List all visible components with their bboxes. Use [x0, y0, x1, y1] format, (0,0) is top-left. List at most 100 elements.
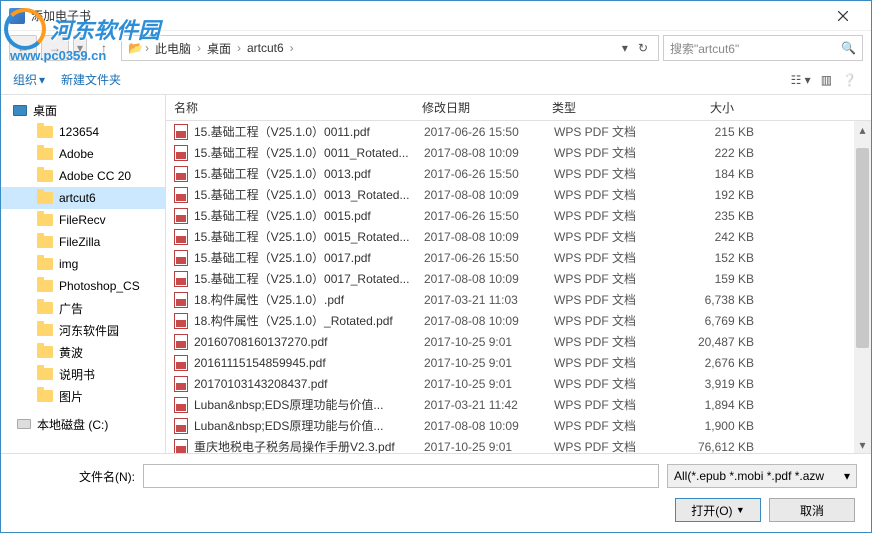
help-button[interactable]: ❔: [840, 71, 859, 89]
file-name: 15.基础工程（V25.1.0）0013.pdf: [194, 165, 424, 182]
file-name: Luban&nbsp;EDS原理功能与价值...: [194, 417, 424, 434]
sidebar-item[interactable]: 说明书: [1, 363, 165, 385]
sidebar-item[interactable]: Adobe: [1, 143, 165, 165]
refresh-icon[interactable]: ↻: [634, 39, 652, 57]
file-type: WPS PDF 文档: [554, 249, 664, 266]
dialog-title: 添加电子书: [31, 7, 823, 24]
file-size: 1,900 KB: [664, 419, 754, 433]
folder-icon: [37, 390, 53, 402]
file-row[interactable]: 15.基础工程（V25.1.0）0011.pdf2017-06-26 15:50…: [166, 121, 871, 142]
sidebar-item[interactable]: FileRecv: [1, 209, 165, 231]
file-type: WPS PDF 文档: [554, 165, 664, 182]
file-date: 2017-10-25 9:01: [424, 335, 554, 349]
folder-icon: [37, 346, 53, 358]
nav-history-dropdown[interactable]: ▾: [73, 35, 87, 61]
file-type: WPS PDF 文档: [554, 375, 664, 392]
file-name: 15.基础工程（V25.1.0）0017.pdf: [194, 249, 424, 266]
newfolder-button[interactable]: 新建文件夹: [61, 71, 121, 88]
sidebar-item[interactable]: img: [1, 253, 165, 275]
sidebar-item[interactable]: 广告: [1, 297, 165, 319]
folder-icon: [37, 368, 53, 380]
preview-pane-button[interactable]: ▥: [819, 71, 834, 89]
filetype-filter[interactable]: All(*.epub *.mobi *.pdf *.azw ▾: [667, 464, 857, 488]
filename-input[interactable]: [143, 464, 659, 488]
file-size: 242 KB: [664, 230, 754, 244]
file-row[interactable]: 15.基础工程（V25.1.0）0013_Rotated...2017-08-0…: [166, 184, 871, 205]
col-type[interactable]: 类型: [552, 99, 662, 116]
sidebar-item-label: Adobe CC 20: [59, 169, 131, 183]
sidebar-item-label: FileZilla: [59, 235, 100, 249]
breadcrumb[interactable]: artcut6: [243, 41, 288, 55]
file-row[interactable]: 20160708160137270.pdf2017-10-25 9:01WPS …: [166, 331, 871, 352]
file-row[interactable]: 15.基础工程（V25.1.0）0015.pdf2017-06-26 15:50…: [166, 205, 871, 226]
scrollbar-thumb[interactable]: [856, 148, 869, 348]
file-size: 6,769 KB: [664, 314, 754, 328]
sidebar-item[interactable]: FileZilla: [1, 231, 165, 253]
file-size: 159 KB: [664, 272, 754, 286]
file-date: 2017-10-25 9:01: [424, 377, 554, 391]
bottom-panel: 文件名(N): All(*.epub *.mobi *.pdf *.azw ▾ …: [1, 453, 871, 532]
file-row[interactable]: Luban&nbsp;EDS原理功能与价值...2017-03-21 11:42…: [166, 394, 871, 415]
file-name: 18.构件属性（V25.1.0）_Rotated.pdf: [194, 312, 424, 329]
file-type: WPS PDF 文档: [554, 207, 664, 224]
file-row[interactable]: 18.构件属性（V25.1.0）_Rotated.pdf2017-08-08 1…: [166, 310, 871, 331]
file-size: 222 KB: [664, 146, 754, 160]
desktop-icon: [13, 105, 27, 116]
close-button[interactable]: [823, 3, 863, 29]
col-name[interactable]: 名称: [174, 99, 422, 116]
file-row[interactable]: 15.基础工程（V25.1.0）0017.pdf2017-06-26 15:50…: [166, 247, 871, 268]
sidebar-item[interactable]: 河东软件园: [1, 319, 165, 341]
file-row[interactable]: 15.基础工程（V25.1.0）0015_Rotated...2017-08-0…: [166, 226, 871, 247]
nav-back-button[interactable]: ←: [9, 35, 37, 61]
sidebar-item-label: 广告: [59, 300, 83, 317]
organize-button[interactable]: 组织 ▾: [13, 71, 45, 88]
sidebar-item-label: img: [59, 257, 78, 271]
sidebar-item[interactable]: 图片: [1, 385, 165, 407]
file-size: 152 KB: [664, 251, 754, 265]
file-row[interactable]: 15.基础工程（V25.1.0）0017_Rotated...2017-08-0…: [166, 268, 871, 289]
file-name: Luban&nbsp;EDS原理功能与价值...: [194, 396, 424, 413]
col-date[interactable]: 修改日期: [422, 99, 552, 116]
chevron-down-icon: ▾: [39, 73, 45, 87]
sidebar-item-label: 黄波: [59, 344, 83, 361]
file-list: 15.基础工程（V25.1.0）0011.pdf2017-06-26 15:50…: [166, 121, 871, 453]
file-name: 20161115154859945.pdf: [194, 356, 424, 370]
sidebar-item[interactable]: Photoshop_CS: [1, 275, 165, 297]
view-mode-button[interactable]: ☷ ▾: [789, 71, 813, 89]
breadcrumb[interactable]: 此电脑: [151, 40, 195, 57]
scrollbar[interactable]: ▴ ▾: [854, 121, 871, 453]
file-row[interactable]: 15.基础工程（V25.1.0）0013.pdf2017-06-26 15:50…: [166, 163, 871, 184]
pdf-icon: [174, 250, 188, 266]
sidebar-root[interactable]: 桌面: [1, 99, 165, 121]
file-type: WPS PDF 文档: [554, 396, 664, 413]
folder-icon: [37, 302, 53, 314]
file-row[interactable]: 20170103143208437.pdf2017-10-25 9:01WPS …: [166, 373, 871, 394]
sidebar-item[interactable]: 123654: [1, 121, 165, 143]
file-row[interactable]: 20161115154859945.pdf2017-10-25 9:01WPS …: [166, 352, 871, 373]
titlebar: 添加电子书: [1, 1, 871, 31]
addr-dropdown-icon[interactable]: ▾: [618, 39, 632, 57]
open-button[interactable]: 打开(O) ▼: [675, 498, 761, 522]
file-row[interactable]: 15.基础工程（V25.1.0）0011_Rotated...2017-08-0…: [166, 142, 871, 163]
sidebar-item[interactable]: 黄波: [1, 341, 165, 363]
file-name: 20160708160137270.pdf: [194, 335, 424, 349]
sidebar-item[interactable]: artcut6: [1, 187, 165, 209]
file-row[interactable]: Luban&nbsp;EDS原理功能与价值...2017-08-08 10:09…: [166, 415, 871, 436]
file-type: WPS PDF 文档: [554, 144, 664, 161]
file-row[interactable]: 重庆地税电子税务局操作手册V2.3.pdf2017-10-25 9:01WPS …: [166, 436, 871, 453]
search-input[interactable]: 搜索"artcut6" 🔍: [663, 35, 863, 61]
scroll-up-icon[interactable]: ▴: [854, 121, 871, 138]
nav-forward-button[interactable]: →: [41, 35, 69, 61]
col-size[interactable]: 大小: [662, 99, 762, 116]
sidebar-drive[interactable]: 本地磁盘 (C:): [1, 413, 165, 435]
cancel-button[interactable]: 取消: [769, 498, 855, 522]
folder-icon: [37, 148, 53, 160]
scroll-down-icon[interactable]: ▾: [854, 436, 871, 453]
breadcrumb[interactable]: 桌面: [203, 40, 235, 57]
folder-icon: [37, 126, 53, 138]
file-row[interactable]: 18.构件属性（V25.1.0）.pdf2017-03-21 11:03WPS …: [166, 289, 871, 310]
nav-up-button[interactable]: ↑: [91, 35, 117, 61]
sidebar-item[interactable]: Adobe CC 20: [1, 165, 165, 187]
address-bar[interactable]: 📂 › 此电脑 › 桌面 › artcut6 › ▾ ↻: [121, 35, 659, 61]
sidebar-item-label: FileRecv: [59, 213, 106, 227]
